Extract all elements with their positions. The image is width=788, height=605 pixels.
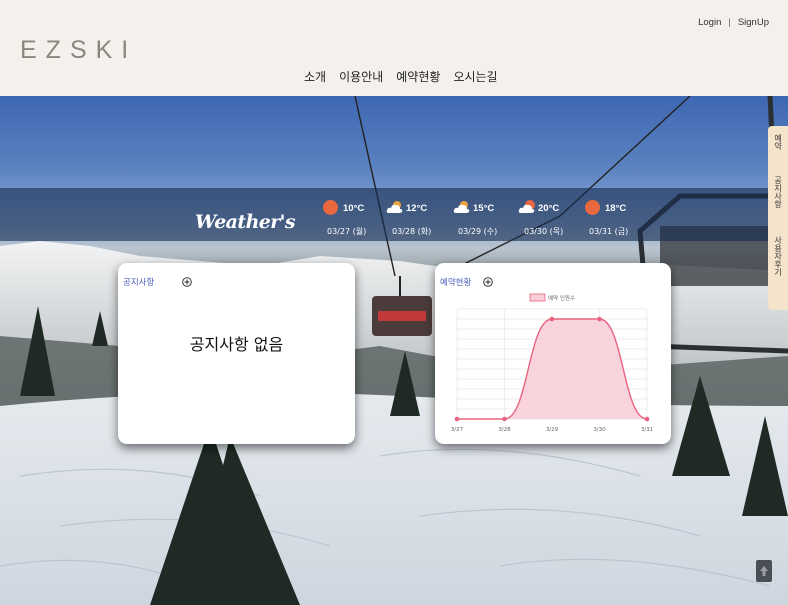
- weather-day-1: 10°C 03/27 (월): [323, 198, 393, 240]
- x-tick-label: 3/28: [498, 427, 511, 433]
- side-tab-notice[interactable]: 공지사항: [773, 176, 784, 208]
- signup-link[interactable]: SignUp: [738, 17, 769, 28]
- data-point: [454, 416, 460, 422]
- notice-card-header: 공지사항: [123, 276, 193, 288]
- partly-cloudy-icon: [386, 200, 403, 215]
- weather-date: 03/30 (목): [524, 227, 564, 236]
- nav-item-intro[interactable]: 소개: [304, 68, 326, 85]
- scroll-top-button[interactable]: [756, 560, 772, 582]
- weather-temp: 15°C: [473, 203, 495, 214]
- x-tick-label: 3/30: [593, 427, 606, 433]
- nav-item-directions[interactable]: 오시는길: [453, 68, 497, 85]
- reservation-card: 예약현황 3/27 3/28 3/29 3/30 3/31 예약 인원수: [435, 263, 671, 444]
- nav-item-guide[interactable]: 이용안내: [339, 68, 383, 85]
- legend-label: 예약 인원수: [548, 294, 575, 302]
- weather-date: 03/29 (수): [458, 227, 498, 236]
- main-nav: 소개 이용안내 예약현황 오시는길: [304, 68, 498, 85]
- side-quick-menu: 예약 공지사항 사용자후기: [768, 126, 788, 310]
- weather-day-4: 20°C 03/30 (목): [518, 198, 588, 240]
- weather-temp: 20°C: [538, 203, 560, 214]
- nav-item-reservation[interactable]: 예약현황: [396, 68, 440, 85]
- weather-day-5: 18°C 03/31 (금): [585, 198, 655, 240]
- weather-title: Weather's: [195, 211, 296, 233]
- x-tick-label: 3/27: [451, 427, 464, 433]
- legend-swatch: [529, 293, 546, 302]
- data-point: [502, 416, 507, 422]
- logo[interactable]: EZSKI: [20, 36, 137, 65]
- weather-date: 03/28 (화): [392, 227, 432, 236]
- sun-cloud-icon: [518, 200, 535, 215]
- auth-links: Login | SignUp: [698, 17, 769, 28]
- sun-icon: [323, 200, 338, 215]
- x-tick-label: 3/31: [641, 427, 653, 433]
- side-tab-reservation[interactable]: 예약: [773, 134, 784, 150]
- notice-card: 공지사항 공지사항 없음: [118, 263, 355, 444]
- weather-temp: 18°C: [605, 203, 627, 214]
- reservation-chart: 3/27 3/28 3/29 3/30 3/31 예약 인원수: [451, 293, 653, 433]
- auth-separator: |: [728, 17, 731, 28]
- x-tick-label: 3/29: [546, 427, 559, 433]
- weather-day-3: 15°C 03/29 (수): [453, 198, 523, 240]
- data-point: [644, 416, 650, 422]
- weather-temp: 12°C: [406, 203, 428, 214]
- site-header: EZSKI Login | SignUp 소개 이용안내 예약현황 오시는길: [0, 0, 788, 96]
- weather-date: 03/27 (월): [327, 227, 367, 236]
- data-point: [597, 316, 602, 322]
- weather-temp: 10°C: [343, 203, 365, 214]
- weather-day-2: 12°C 03/28 (화): [386, 198, 456, 240]
- data-point: [549, 316, 555, 322]
- notice-empty-message: 공지사항 없음: [189, 335, 284, 354]
- partly-cloudy-icon: [453, 200, 470, 215]
- arrow-up-icon: [760, 566, 768, 576]
- sun-icon: [585, 200, 600, 215]
- login-link[interactable]: Login: [698, 17, 721, 28]
- side-tab-reviews[interactable]: 사용자후기: [773, 236, 784, 276]
- notice-card-title[interactable]: 공지사항: [123, 276, 154, 288]
- plus-circle-icon[interactable]: [182, 277, 193, 287]
- weather-date: 03/31 (금): [589, 227, 629, 236]
